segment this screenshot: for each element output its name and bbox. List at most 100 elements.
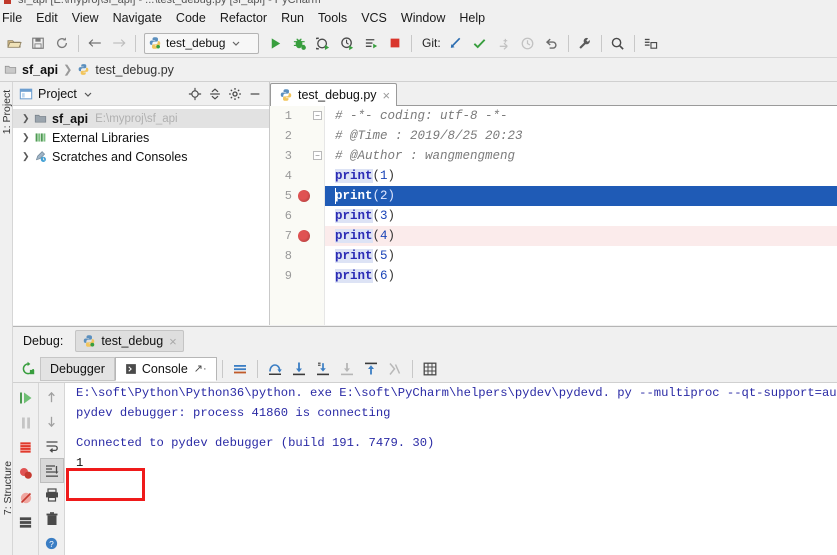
editor-text-area[interactable]: # -*- coding: utf-8 -*- # @Time : 2019/8… — [325, 106, 837, 325]
history-icon[interactable] — [516, 31, 540, 55]
tab-console[interactable]: Console ↗· — [114, 356, 217, 381]
tab-debugger[interactable]: Debugger — [40, 356, 115, 381]
up-stack-icon[interactable] — [40, 385, 64, 409]
force-step-into-icon[interactable] — [311, 358, 335, 380]
sync-icon[interactable] — [50, 31, 74, 55]
breakpoint-icon[interactable] — [298, 230, 310, 242]
code-line-breakpoint[interactable]: print(4) — [325, 226, 837, 246]
fold-marker-icon[interactable]: − — [313, 151, 322, 160]
run-configuration-name: test_debug — [166, 36, 226, 50]
step-over-icon[interactable] — [263, 358, 287, 380]
resume-program-icon[interactable] — [14, 385, 38, 410]
breakpoint-icon[interactable] — [298, 190, 310, 202]
editor-tab-bar: test_debug.py × — [270, 82, 837, 107]
menu-refactor[interactable]: Refactor — [213, 9, 274, 27]
code-line-current[interactable]: print(2) — [325, 186, 837, 206]
console-output-value: 1 — [76, 456, 84, 470]
python-config-icon — [84, 335, 95, 347]
tool-button-project[interactable]: 1: Project — [1, 89, 13, 135]
fold-marker-icon[interactable]: − — [313, 111, 322, 120]
run-with-icon[interactable] — [359, 31, 383, 55]
code-line-text: # @Time : 2019/8/25 20:23 — [335, 129, 523, 143]
console-output[interactable]: E:\soft\Python\Python36\python. exe E:\s… — [65, 383, 837, 555]
code-line[interactable]: print(1) — [325, 166, 837, 186]
tree-item-scratches-label: Scratches and Consoles — [52, 149, 188, 164]
code-line[interactable]: print(5) — [325, 246, 837, 266]
evaluate-expression-icon[interactable] — [383, 358, 407, 380]
collapse-all-icon[interactable] — [205, 84, 225, 104]
menu-edit[interactable]: Edit — [29, 9, 65, 27]
soft-wrap-icon[interactable] — [40, 434, 64, 458]
trash-icon[interactable] — [40, 507, 64, 531]
step-out-icon[interactable] — [335, 358, 359, 380]
editor-tab-test-debug[interactable]: test_debug.py × — [270, 83, 398, 107]
view-breakpoints-icon[interactable] — [14, 460, 38, 485]
editor-gutter[interactable]: 1 − 2 3 − 4 5 6 7 8 9 — [270, 106, 325, 325]
pause-program-icon[interactable] — [14, 410, 38, 435]
run-coverage-icon[interactable] — [311, 31, 335, 55]
code-line[interactable]: print(6) — [325, 266, 837, 286]
back-arrow-icon[interactable] — [83, 31, 107, 55]
code-line[interactable]: # @Time : 2019/8/25 20:23 — [325, 126, 837, 146]
expand-arrow-icon[interactable]: ❯ — [22, 113, 34, 124]
mute-breakpoints-icon[interactable] — [14, 485, 38, 510]
rollback-icon[interactable] — [540, 31, 564, 55]
breadcrumb-file-label: test_debug.py — [95, 62, 174, 77]
forward-arrow-icon[interactable] — [107, 31, 131, 55]
expand-arrow-icon[interactable]: ❯ — [22, 132, 34, 143]
gear-icon[interactable] — [225, 84, 245, 104]
save-all-icon[interactable] — [26, 31, 50, 55]
push-icon[interactable] — [492, 31, 516, 55]
search-icon[interactable] — [606, 31, 630, 55]
rerun-icon[interactable] — [16, 358, 40, 380]
print-icon[interactable] — [40, 483, 64, 507]
project-panel: Project ❯ sf_api E:\myproj\sf_api ❯ Exte… — [13, 82, 270, 325]
run-to-cursor-icon[interactable] — [359, 358, 383, 380]
hide-panel-icon[interactable] — [245, 84, 265, 104]
menu-navigate[interactable]: Navigate — [106, 9, 169, 27]
expand-arrow-icon[interactable]: ❯ — [22, 151, 34, 162]
help-icon[interactable]: ? — [40, 532, 64, 555]
settings-icon[interactable] — [14, 510, 38, 535]
stop-icon[interactable] — [14, 435, 38, 460]
stop-icon[interactable] — [383, 31, 407, 55]
run-configuration-selector[interactable]: test_debug — [144, 32, 259, 54]
menu-code[interactable]: Code — [169, 9, 213, 27]
menu-window[interactable]: Window — [394, 9, 452, 27]
menu-view[interactable]: View — [65, 9, 106, 27]
calculator-icon[interactable] — [418, 358, 442, 380]
scroll-to-end-icon[interactable] — [39, 458, 64, 483]
tree-item-scratches[interactable]: ❯ Scratches and Consoles — [13, 147, 269, 166]
close-icon[interactable]: × — [383, 89, 391, 102]
debug-icon[interactable] — [287, 31, 311, 55]
chevron-down-icon[interactable] — [83, 89, 93, 99]
show-console-icon[interactable] — [228, 358, 252, 380]
menu-run[interactable]: Run — [274, 9, 311, 27]
code-line[interactable]: # -*- coding: utf-8 -*- — [325, 106, 837, 126]
down-stack-icon[interactable] — [40, 409, 64, 433]
breadcrumb-project[interactable]: sf_api — [4, 63, 58, 77]
close-icon[interactable]: × — [169, 334, 177, 349]
debug-session-tab[interactable]: test_debug × — [75, 330, 184, 352]
menu-help[interactable]: Help — [452, 9, 492, 27]
code-line[interactable]: # @Author : wangmengmeng — [325, 146, 837, 166]
menu-tools[interactable]: Tools — [311, 9, 354, 27]
profile-icon[interactable] — [335, 31, 359, 55]
pin-tab-icon[interactable]: ↗· — [194, 362, 207, 375]
code-editor[interactable]: 1 − 2 3 − 4 5 6 7 8 9 # -*- coding: utf-… — [270, 106, 837, 325]
tree-item-sf-api[interactable]: ❯ sf_api E:\myproj\sf_api — [13, 109, 269, 128]
settings-wrench-icon[interactable] — [573, 31, 597, 55]
open-folder-icon[interactable] — [2, 31, 26, 55]
commit-icon[interactable] — [468, 31, 492, 55]
tree-item-external-libraries[interactable]: ❯ External Libraries — [13, 128, 269, 147]
step-into-icon[interactable] — [287, 358, 311, 380]
code-line[interactable]: print(3) — [325, 206, 837, 226]
menu-vcs-label: VCS — [361, 11, 387, 25]
update-project-icon[interactable] — [444, 31, 468, 55]
menu-vcs[interactable]: VCS — [354, 9, 394, 27]
menu-file[interactable]: File — [0, 9, 29, 27]
locate-file-icon[interactable] — [185, 84, 205, 104]
breadcrumb-file[interactable]: test_debug.py — [77, 63, 174, 77]
run-icon[interactable] — [263, 31, 287, 55]
layout-icon[interactable] — [639, 31, 663, 55]
